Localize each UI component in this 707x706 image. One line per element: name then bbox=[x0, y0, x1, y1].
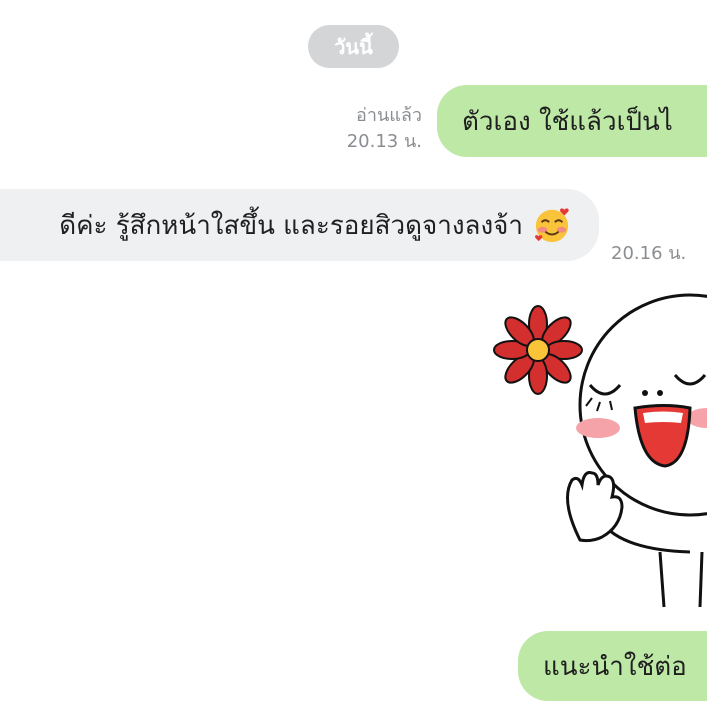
message-text: ตัวเอง ใช้แล้วเป็นไ bbox=[462, 106, 673, 137]
outgoing-message-bubble[interactable]: แนะนำใช้ต่อ bbox=[518, 631, 707, 701]
date-divider: วันนี้ bbox=[308, 25, 399, 68]
message-text: ดีค่ะ รู้สึกหน้าใสขึ้น และรอยสิวดูจางลงจ… bbox=[59, 210, 523, 241]
outgoing-message-bubble[interactable]: ตัวเอง ใช้แล้วเป็นไ bbox=[437, 85, 707, 157]
sticker-laughing-character[interactable] bbox=[480, 290, 707, 620]
message-time: 20.16 น. bbox=[611, 243, 687, 264]
incoming-message-bubble[interactable]: ดีค่ะ รู้สึกหน้าใสขึ้น และรอยสิวดูจางลงจ… bbox=[0, 189, 599, 261]
flower-icon bbox=[493, 305, 583, 395]
message-time: 20.13 น. bbox=[346, 131, 422, 152]
smiling-face-with-hearts-icon bbox=[535, 208, 569, 243]
message-meta: อ่านแล้ว 20.13 น. bbox=[330, 103, 422, 155]
message-text: แนะนำใช้ต่อ bbox=[543, 651, 687, 682]
read-receipt: อ่านแล้ว bbox=[356, 105, 422, 126]
